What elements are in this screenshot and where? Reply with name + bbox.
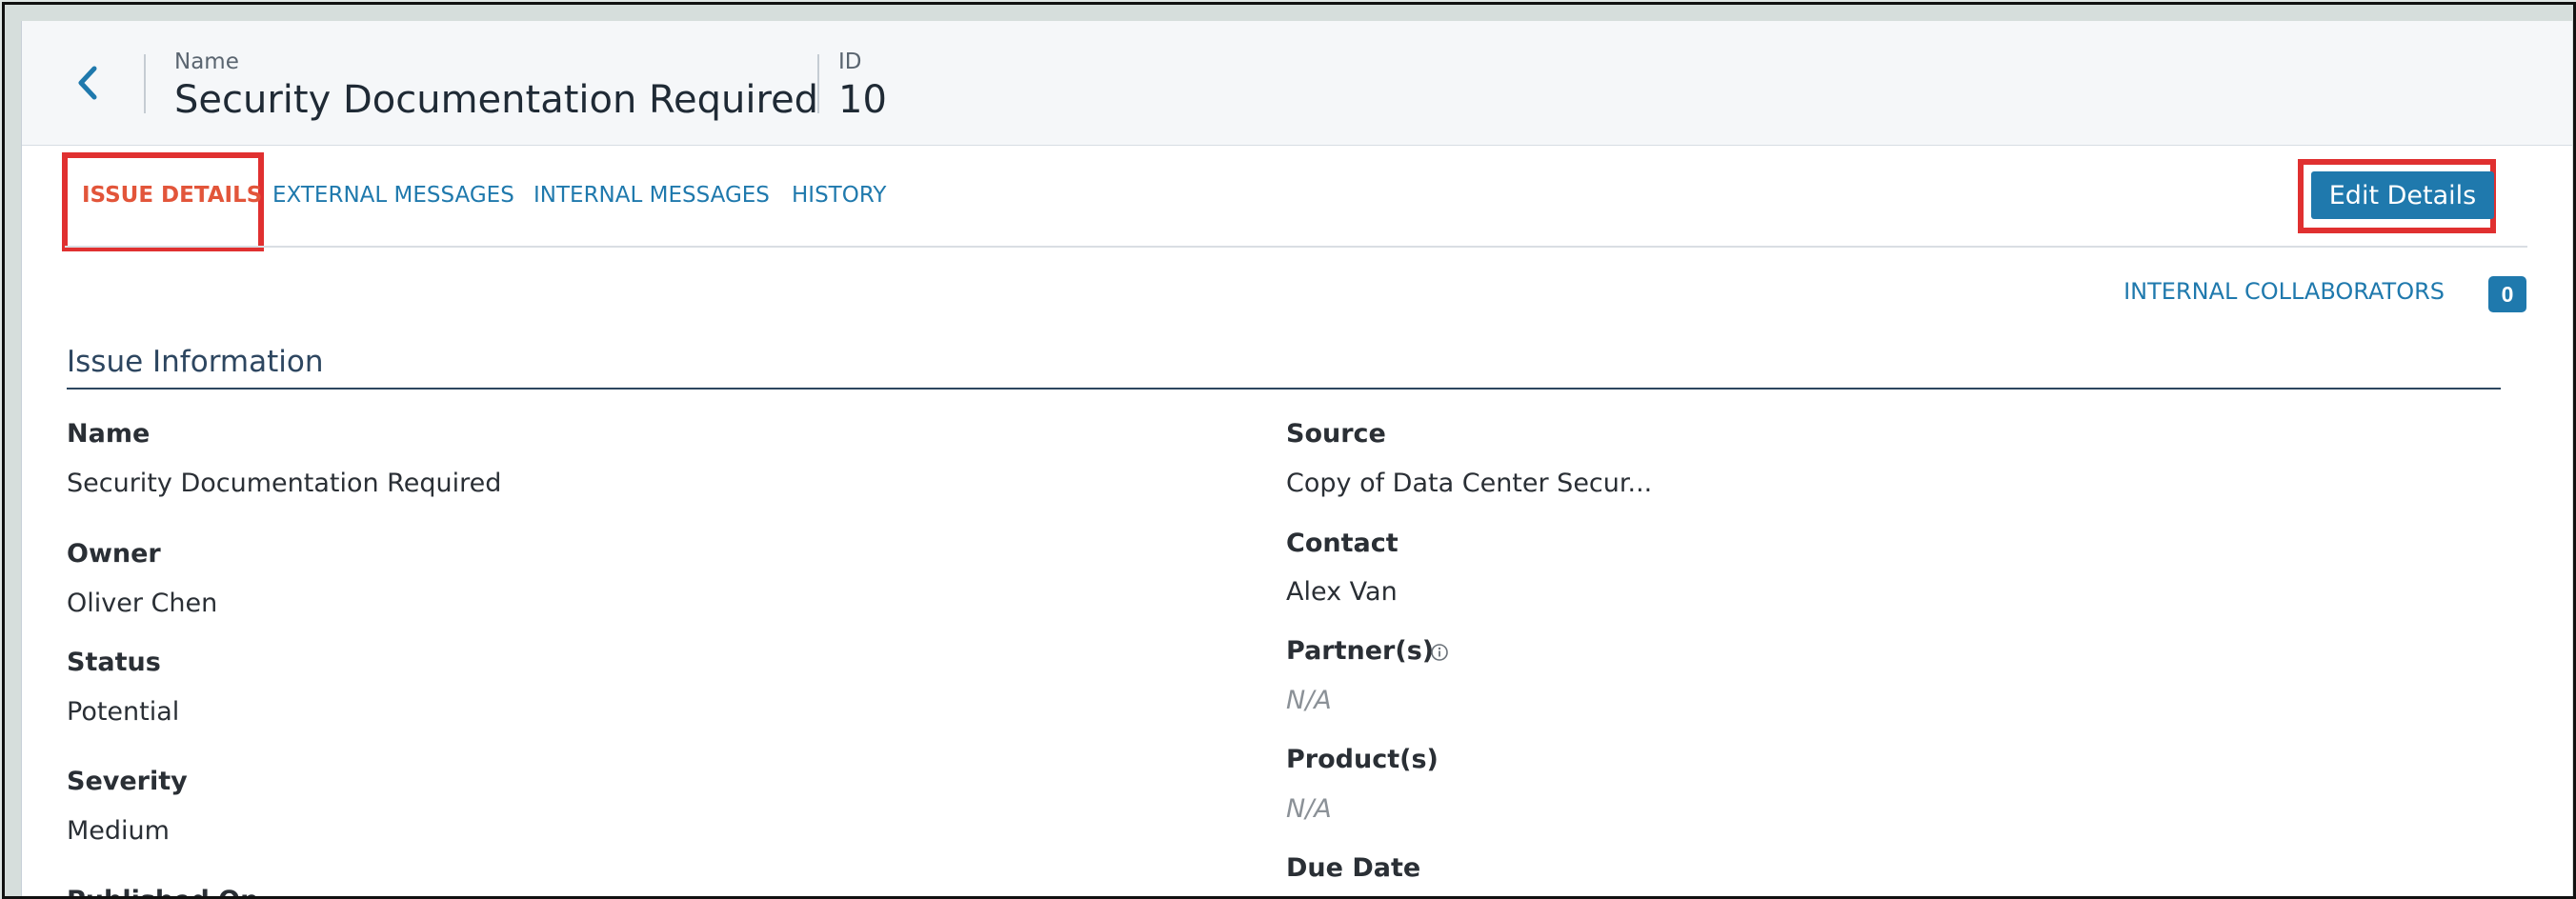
- field-label-due-date: Due Date: [1286, 853, 1421, 883]
- field-value-owner: Oliver Chen: [67, 589, 218, 618]
- header-divider: [817, 54, 819, 113]
- page-title: Security Documentation Required: [174, 78, 819, 122]
- collaborators-count-badge: 0: [2488, 276, 2526, 312]
- issue-panel: Name Security Documentation Required ID …: [21, 21, 2572, 896]
- name-label: Name: [174, 50, 239, 74]
- tab-external-messages[interactable]: EXTERNAL MESSAGES: [272, 183, 514, 208]
- section-title: Issue Information: [67, 345, 324, 379]
- field-label-partners: Partner(s): [1286, 636, 1435, 666]
- section-divider: [67, 388, 2501, 390]
- field-value-partners: N/A: [1286, 686, 1332, 715]
- field-value-contact: Alex Van: [1286, 577, 1398, 607]
- id-value: 10: [838, 78, 887, 122]
- tab-internal-messages[interactable]: INTERNAL MESSAGES: [533, 183, 770, 208]
- id-label: ID: [838, 50, 862, 74]
- tab-issue-details[interactable]: ISSUE DETAILS: [82, 183, 262, 208]
- internal-collaborators-link[interactable]: INTERNAL COLLABORATORS: [2123, 278, 2445, 305]
- field-value-name: Security Documentation Required: [67, 469, 502, 498]
- page-header: Name Security Documentation Required ID …: [22, 21, 2572, 146]
- header-divider: [144, 54, 146, 113]
- field-label-severity: Severity: [67, 767, 188, 796]
- field-label-status: Status: [67, 648, 161, 677]
- window-frame: Name Security Documentation Required ID …: [2, 2, 2576, 899]
- tab-history[interactable]: HISTORY: [792, 183, 886, 208]
- field-value-severity: Medium: [67, 816, 170, 846]
- field-label-contact: Contact: [1286, 529, 1399, 558]
- back-button[interactable]: [64, 59, 111, 107]
- chevron-left-icon: [78, 66, 97, 100]
- field-label-source: Source: [1286, 419, 1386, 449]
- tabs-divider: [65, 246, 2527, 248]
- field-label-published-on: Published On: [67, 886, 258, 896]
- edit-details-button[interactable]: Edit Details: [2311, 171, 2494, 219]
- field-value-products: N/A: [1286, 794, 1332, 824]
- field-value-status: Potential: [67, 697, 180, 727]
- info-icon[interactable]: [1430, 643, 1449, 662]
- field-value-source: Copy of Data Center Secur...: [1286, 469, 1653, 498]
- field-label-products: Product(s): [1286, 745, 1439, 774]
- field-label-owner: Owner: [67, 539, 161, 569]
- field-label-name: Name: [67, 419, 151, 449]
